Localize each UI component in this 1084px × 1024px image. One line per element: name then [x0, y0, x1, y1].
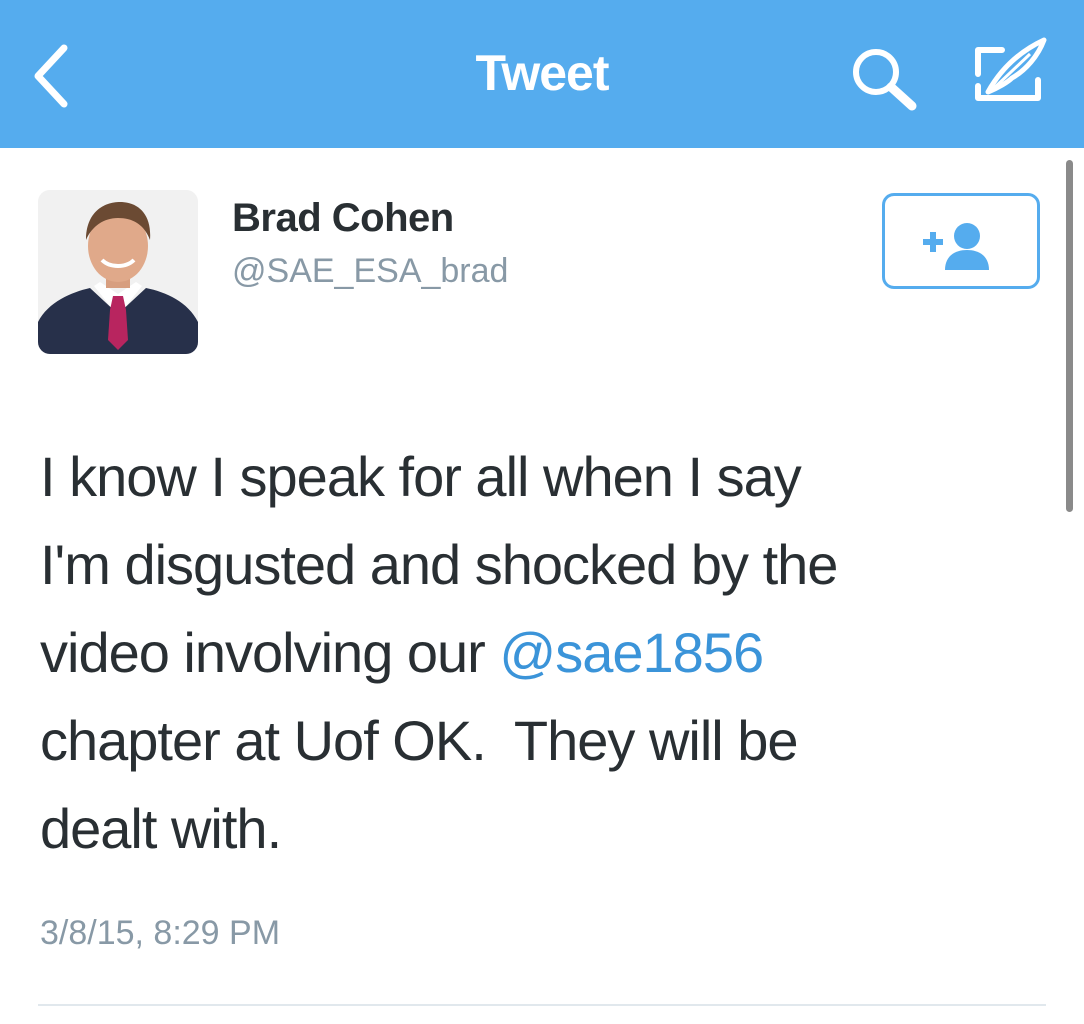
tweet-line: I know I speak for all when I say — [40, 445, 802, 508]
tweet-line: chapter at Uof OK. They will be — [40, 709, 799, 772]
avatar-image — [38, 190, 198, 354]
search-button[interactable] — [846, 44, 926, 114]
tweet-line: I'm disgusted and shocked by the — [40, 533, 838, 596]
tweet-line: dealt with. — [40, 797, 282, 860]
scrollbar[interactable] — [1066, 160, 1073, 512]
divider — [38, 1004, 1046, 1006]
search-icon — [853, 49, 917, 111]
compose-button[interactable] — [968, 34, 1054, 110]
mention-link[interactable]: @sae1856 — [499, 621, 764, 684]
tweet-timestamp: 3/8/15, 8:29 PM — [40, 914, 281, 952]
tweet-line: video involving our @sae1856 — [40, 609, 1050, 697]
add-user-icon — [923, 223, 989, 270]
tweet-text: I know I speak for all when I say I'm di… — [40, 433, 1050, 873]
author-handle[interactable]: @SAE_ESA_brad — [232, 252, 508, 291]
compose-icon — [975, 37, 1047, 101]
author-name[interactable]: Brad Cohen — [232, 196, 454, 241]
tweet-line-text: video involving our — [40, 621, 500, 684]
avatar[interactable] — [38, 190, 198, 354]
nav-bar: Tweet — [0, 0, 1084, 148]
follow-button[interactable] — [882, 193, 1040, 289]
